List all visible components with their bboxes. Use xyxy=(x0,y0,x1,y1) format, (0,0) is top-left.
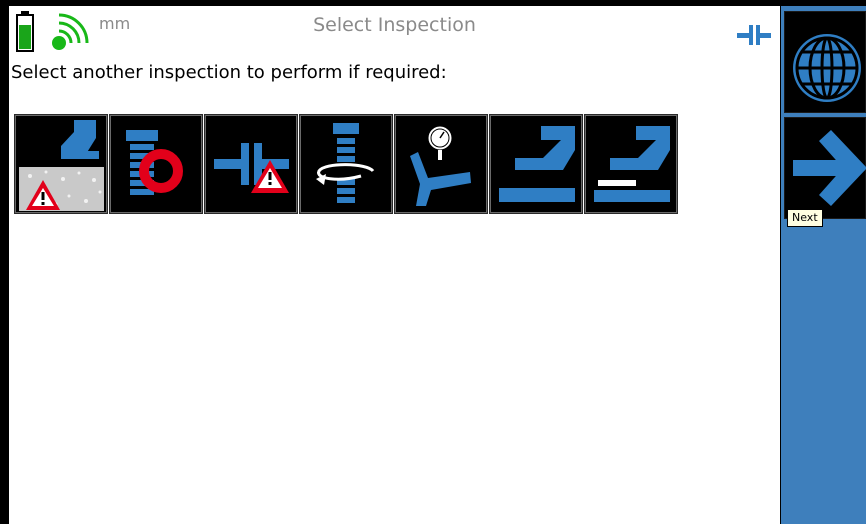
bolt-with-red-ring-icon xyxy=(126,130,183,195)
main-panel: mm Select Inspection Select another insp… xyxy=(9,6,780,524)
weld-angle-icon xyxy=(499,126,575,202)
page-title: Select Inspection xyxy=(313,14,476,36)
inspection-tile-7[interactable] xyxy=(584,114,678,214)
inspection-tile-2[interactable] xyxy=(109,114,203,214)
screen: mm Select Inspection Select another insp… xyxy=(0,0,866,524)
next-tooltip: Next xyxy=(787,209,823,227)
inspection-tile-6[interactable] xyxy=(489,114,583,214)
inspection-tile-1[interactable] xyxy=(14,114,108,214)
pressure-gauge-pipe-icon xyxy=(410,125,471,206)
globe-icon xyxy=(793,34,861,102)
screw-rotation-icon xyxy=(316,123,375,203)
inspection-tile-5[interactable] xyxy=(394,114,488,214)
language-button[interactable] xyxy=(784,11,866,113)
arrow-right-icon xyxy=(793,130,866,206)
inspection-tile-4[interactable] xyxy=(299,114,393,214)
connection-status-icon xyxy=(737,24,771,50)
sidebar xyxy=(781,6,866,524)
inspection-tile-3[interactable] xyxy=(204,114,298,214)
connector-warning-icon xyxy=(214,143,289,193)
instruction-text: Select another inspection to perform if … xyxy=(11,62,447,83)
weld-on-concrete-warning-icon xyxy=(19,120,104,211)
next-button[interactable] xyxy=(784,117,866,219)
weld-angle-with-gap-icon xyxy=(594,126,670,202)
